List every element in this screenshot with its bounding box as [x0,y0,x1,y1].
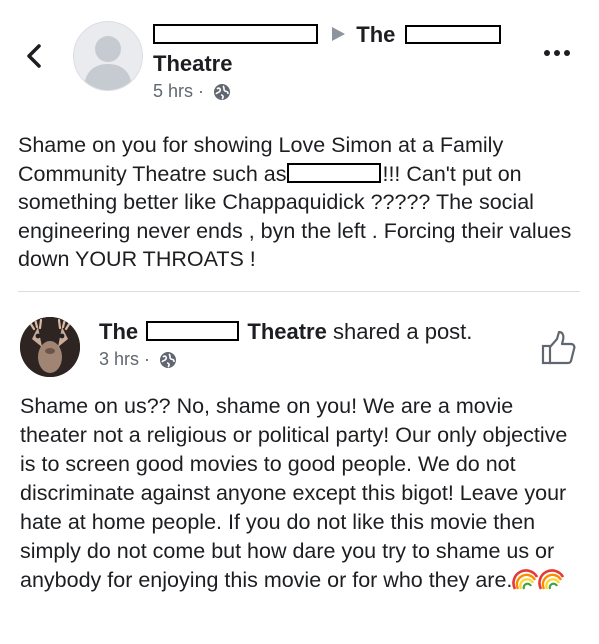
redacted-author-name [153,24,318,44]
post-meta: 5 hrs · [153,81,231,102]
redacted-theatre-name [287,162,382,183]
meta-dot: · [144,349,151,369]
more-dots-icon [544,50,570,56]
default-avatar-icon [74,22,142,90]
post-text: Shame on us?? No, shame on you! We are a… [20,394,568,592]
like-button[interactable] [540,330,578,366]
post-body-text: Shame on us?? No, shame on you! We are a… [20,392,585,595]
post-body-text: Shame on you for showing Love Simon at a… [18,131,583,274]
post-time[interactable]: 3 hrs [99,349,139,370]
page-name-part2[interactable]: Theatre [153,51,232,77]
rainbow-emoji [538,569,565,590]
page-avatar[interactable] [20,317,80,377]
post-author-line[interactable]: The [153,22,501,48]
post-time[interactable]: 5 hrs [153,81,193,102]
page-name-part2[interactable]: Theatre [247,319,326,344]
post-meta: 3 hrs · [99,349,177,370]
meta-dot: · [198,81,205,101]
chevron-left-icon [27,44,41,68]
creature-avatar-image [20,317,80,377]
redacted-page-name [146,321,240,341]
page-name-part1[interactable]: The [356,22,395,47]
thumbs-up-icon [541,330,576,365]
back-button[interactable] [20,36,50,76]
globe-icon [160,351,177,368]
divider [18,291,580,292]
redacted-page-name [404,25,501,44]
page-name-part1[interactable]: The [99,319,138,344]
triangle-right-icon [332,27,346,41]
author-avatar[interactable] [73,21,143,91]
shared-post-header: The Theatre shared a post. [99,319,472,345]
more-options-button[interactable] [540,38,574,68]
rainbow-emoji [512,569,539,590]
share-action-text: shared a post. [332,319,473,344]
globe-icon [214,83,231,100]
